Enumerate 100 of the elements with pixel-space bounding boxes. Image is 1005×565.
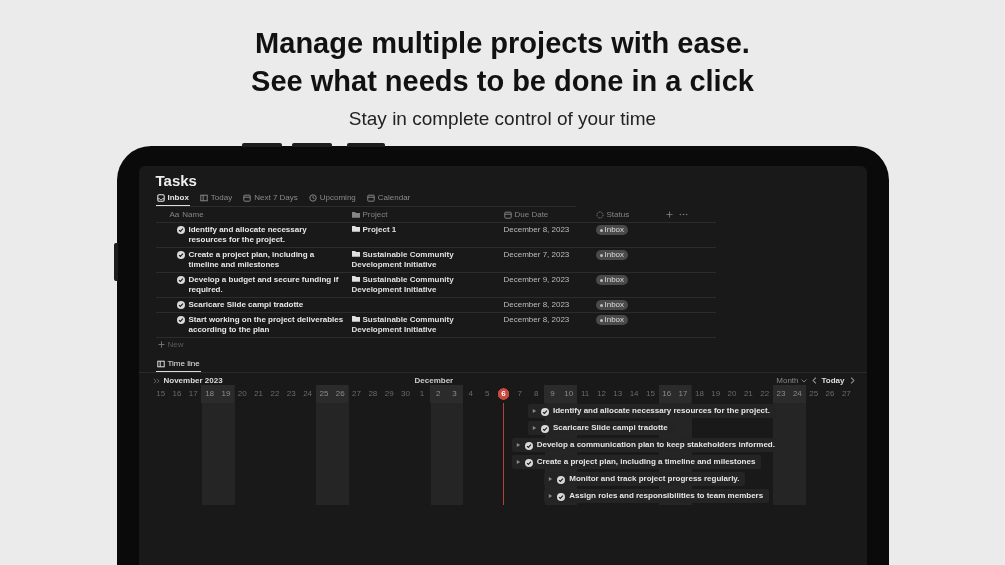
caret-icon[interactable]	[548, 476, 554, 482]
today-marker: 6	[495, 385, 512, 403]
column-type-label: Aa	[169, 210, 180, 219]
month-label: December	[414, 376, 455, 385]
project-link[interactable]: Sustainable Community Development Initiative	[351, 275, 498, 295]
column-header[interactable]: Project	[351, 207, 504, 223]
caret-icon[interactable]	[532, 408, 537, 414]
task-name[interactable]: Identify and allocate necessary resources for the project.	[188, 225, 346, 245]
project-link[interactable]: Sustainable Community Development Initiative	[351, 250, 498, 270]
add-icon[interactable]	[157, 341, 165, 348]
day-label: 24	[789, 385, 806, 403]
day-label: 9	[544, 385, 561, 403]
due-date: December 8, 2023	[503, 298, 596, 313]
day-label: 25	[808, 388, 820, 400]
calendar-icon	[366, 193, 375, 202]
due-date: December 7, 2023	[503, 248, 596, 273]
column-header[interactable]: Due Date	[503, 207, 596, 223]
double-chevron-icon[interactable]	[152, 377, 160, 384]
day-label: 16	[658, 385, 675, 403]
day-label: 1	[418, 388, 426, 400]
view-tab[interactable]: Time line	[155, 359, 201, 372]
day-label: 16	[171, 388, 183, 400]
timeline-item[interactable]: Monitor and track project progress regularly.	[544, 472, 746, 486]
view-tab[interactable]: Today	[198, 193, 234, 206]
caret-icon[interactable]	[515, 442, 521, 448]
day-label: 2	[430, 385, 447, 403]
view-tab[interactable]: Upcoming	[307, 193, 357, 206]
check-circle-icon	[524, 441, 533, 450]
inbox-icon	[156, 193, 165, 202]
scale-dropdown[interactable]: Month	[776, 376, 807, 385]
view-tab[interactable]: Next 7 Days	[242, 193, 299, 206]
status-tag: Inbox	[595, 315, 629, 325]
day-label: 7	[516, 388, 524, 400]
day-label: 29	[383, 388, 395, 400]
day-label: 25	[315, 385, 333, 403]
page-title: Tasks	[155, 172, 198, 189]
day-label: 30	[400, 388, 411, 400]
calendar-icon	[243, 193, 252, 202]
day-label: 27	[840, 388, 852, 400]
caret-down-icon	[800, 378, 807, 383]
calendar-icon	[503, 210, 512, 219]
day-label: 21	[742, 388, 754, 400]
folder-icon	[351, 275, 360, 282]
folder-icon	[351, 250, 360, 257]
check-circle-icon	[557, 492, 566, 501]
day-label: 12	[596, 388, 607, 400]
day-label: 19	[710, 388, 722, 400]
status-tag: Inbox	[595, 300, 629, 310]
clock-icon	[308, 193, 317, 202]
due-date: December 8, 2023	[503, 313, 596, 338]
day-label: 4	[467, 388, 475, 400]
timeline-item[interactable]: Create a project plan, including a timeline and milestones	[511, 455, 762, 469]
due-date: December 8, 2023	[503, 223, 596, 248]
task-name[interactable]: Develop a budget and secure funding if required.	[188, 275, 346, 295]
caret-icon[interactable]	[548, 493, 554, 499]
day-label: 27	[351, 388, 362, 400]
view-tab[interactable]: Calendar	[365, 193, 412, 206]
day-label: 17	[187, 388, 199, 400]
project-link[interactable]: Project 1	[351, 225, 498, 235]
check-circle-icon	[176, 316, 185, 324]
add-icon[interactable]	[665, 211, 673, 218]
view-tab[interactable]: Inbox	[155, 193, 190, 206]
check-circle-icon	[176, 301, 185, 309]
day-label: 24	[302, 388, 314, 400]
folder-icon	[351, 315, 360, 322]
caret-icon[interactable]	[532, 425, 537, 431]
due-date: December 9, 2023	[503, 273, 596, 298]
subtitle: Stay in complete control of your time	[348, 108, 657, 130]
check-circle-icon	[176, 251, 185, 259]
day-label: 18	[693, 388, 705, 400]
column-header[interactable]: Status	[595, 207, 666, 223]
task-name[interactable]: Scaricare Slide campi tradotte	[188, 300, 304, 310]
day-label: 15	[644, 388, 656, 400]
check-circle-icon	[176, 226, 185, 234]
check-circle-icon	[524, 458, 533, 467]
check-circle-icon	[541, 407, 549, 416]
today-button[interactable]: Today	[821, 376, 845, 385]
previous-icon[interactable]	[811, 377, 817, 384]
task-name[interactable]: Start working on the project deliverables according to the plan	[188, 315, 346, 335]
task-name[interactable]: Create a project plan, including a timeline and milestones	[188, 250, 346, 270]
column-header[interactable]: Aa Name	[155, 207, 352, 223]
day-label: 5	[483, 388, 491, 400]
day-label: 23	[772, 385, 790, 403]
day-label: 23	[285, 388, 297, 400]
caret-icon[interactable]	[515, 459, 521, 465]
day-label: 13	[612, 388, 624, 400]
check-circle-icon	[541, 424, 549, 433]
day-label: 26	[332, 385, 349, 403]
more-icon[interactable]	[678, 213, 688, 216]
board-icon	[199, 193, 208, 202]
timeline-item[interactable]: Identify and allocate necessary resources for the project.	[528, 404, 776, 418]
day-label: 11	[579, 388, 591, 400]
headline: Manage multiple projects with ease. See what needs to be done in a click	[251, 26, 754, 99]
status-tag: Inbox	[595, 250, 629, 260]
timeline-item[interactable]: Assign roles and responsibilities to team members	[544, 489, 770, 503]
next-icon[interactable]	[849, 377, 855, 384]
project-link[interactable]: Sustainable Community Development Initiative	[351, 315, 498, 335]
day-label: 22	[269, 388, 281, 400]
day-label: 28	[367, 388, 379, 400]
month-label: November 2023	[163, 376, 223, 385]
